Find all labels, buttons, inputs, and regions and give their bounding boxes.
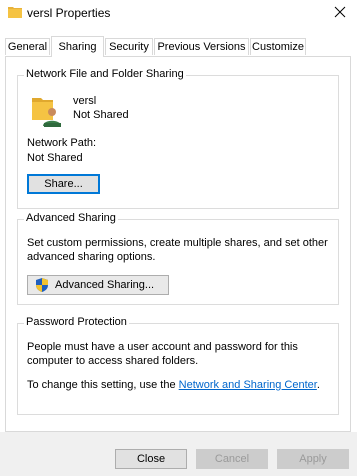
- change-setting-suffix: .: [316, 379, 320, 391]
- password-description-line1: People must have a user account and pass…: [27, 341, 298, 353]
- network-path-value: Not Shared: [27, 152, 83, 164]
- advanced-sharing-description-line1: Set custom permissions, create multiple …: [27, 237, 328, 249]
- share-button-label: Share...: [44, 178, 83, 190]
- advanced-sharing-description-line2: advanced sharing options.: [27, 251, 156, 263]
- tab-label: Previous Versions: [157, 41, 246, 53]
- close-button-label: Close: [136, 453, 166, 465]
- close-button[interactable]: Close: [115, 449, 187, 469]
- advanced-sharing-button-label: Advanced Sharing...: [55, 279, 155, 291]
- tab-security[interactable]: Security: [105, 38, 153, 55]
- window-title: versl Properties: [27, 6, 111, 20]
- tab-general[interactable]: General: [5, 38, 50, 55]
- cancel-button-label: Cancel: [214, 453, 250, 465]
- password-description-line2: computer to access shared folders.: [27, 355, 199, 367]
- network-sharing-group: Network File and Folder Sharing versl No…: [17, 68, 339, 209]
- tab-sharing[interactable]: Sharing: [51, 36, 104, 57]
- tab-label: Sharing: [58, 41, 97, 53]
- folder-icon: [8, 7, 22, 18]
- title-bar: versl Properties: [0, 0, 357, 26]
- advanced-sharing-group: Advanced Sharing Set custom permissions,…: [17, 212, 339, 305]
- tab-label: Security: [109, 41, 149, 53]
- sharing-tab-panel: Network File and Folder Sharing versl No…: [5, 56, 351, 432]
- shared-folder-user-icon: [32, 98, 61, 127]
- apply-button[interactable]: Apply: [277, 449, 349, 469]
- shield-icon: [36, 278, 48, 292]
- apply-button-label: Apply: [299, 453, 327, 465]
- change-setting-prefix: To change this setting, use the: [27, 379, 179, 391]
- tab-label: General: [7, 41, 48, 53]
- group-title: Password Protection: [24, 316, 129, 328]
- tab-label: Customize: [252, 41, 304, 53]
- share-button[interactable]: Share...: [27, 174, 100, 194]
- group-title: Advanced Sharing: [24, 212, 118, 224]
- share-status: Not Shared: [73, 109, 129, 121]
- tab-customize[interactable]: Customize: [250, 38, 306, 55]
- folder-name: versl: [73, 95, 97, 107]
- group-title: Network File and Folder Sharing: [24, 68, 186, 80]
- close-icon[interactable]: [331, 3, 349, 21]
- dialog-footer: Close Cancel Apply: [0, 432, 357, 476]
- change-setting-line: To change this setting, use the Network …: [27, 378, 320, 392]
- advanced-sharing-button[interactable]: Advanced Sharing...: [27, 275, 169, 295]
- password-protection-group: Password Protection People must have a u…: [17, 316, 339, 415]
- cancel-button[interactable]: Cancel: [196, 449, 268, 469]
- network-and-sharing-center-link[interactable]: Network and Sharing Center: [179, 379, 317, 391]
- tab-previous-versions[interactable]: Previous Versions: [154, 38, 249, 55]
- network-path-label: Network Path:: [27, 137, 97, 149]
